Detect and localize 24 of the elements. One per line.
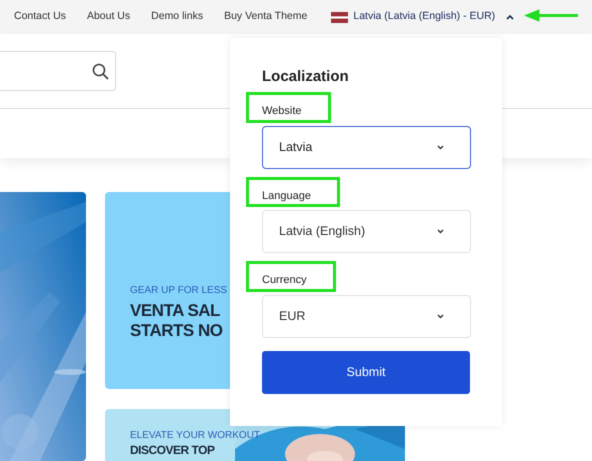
select-field[interactable]: Latvia (262, 126, 471, 168)
banner-headline: VENTA SAL (130, 301, 221, 321)
nav-link[interactable]: Demo links (151, 9, 204, 25)
banner-eyebrow: GEAR UP FOR LESS (130, 285, 228, 297)
select-field[interactable]: EUR (262, 294, 471, 338)
locale-selector[interactable]: Latvia (Latvia (English) - EUR) (331, 9, 514, 25)
chevron-icon (437, 314, 444, 318)
search-icon (92, 62, 109, 80)
field-label: Language (262, 188, 311, 204)
nav-link[interactable]: Contact Us (14, 9, 66, 25)
field-label: Currency (262, 273, 307, 288)
chevron-icon (437, 229, 444, 234)
submit-button[interactable]: Submit (262, 350, 470, 394)
nav-link[interactable]: Buy Venta Theme (224, 9, 308, 25)
banner-headline: STARTS NO (130, 320, 224, 340)
banner-headline: DISCOVER TOP (130, 444, 216, 456)
popup-title: Localization (262, 68, 350, 86)
chevron-icon (437, 144, 444, 150)
search-field[interactable] (0, 51, 116, 91)
nav-link[interactable]: About Us (86, 9, 130, 25)
select-field[interactable]: Latvia (English) (262, 210, 471, 253)
flag-icon (331, 12, 348, 22)
field-label: Website (262, 104, 302, 119)
banner-eyebrow: ELEVATE YOUR WORKOUT (130, 430, 262, 442)
